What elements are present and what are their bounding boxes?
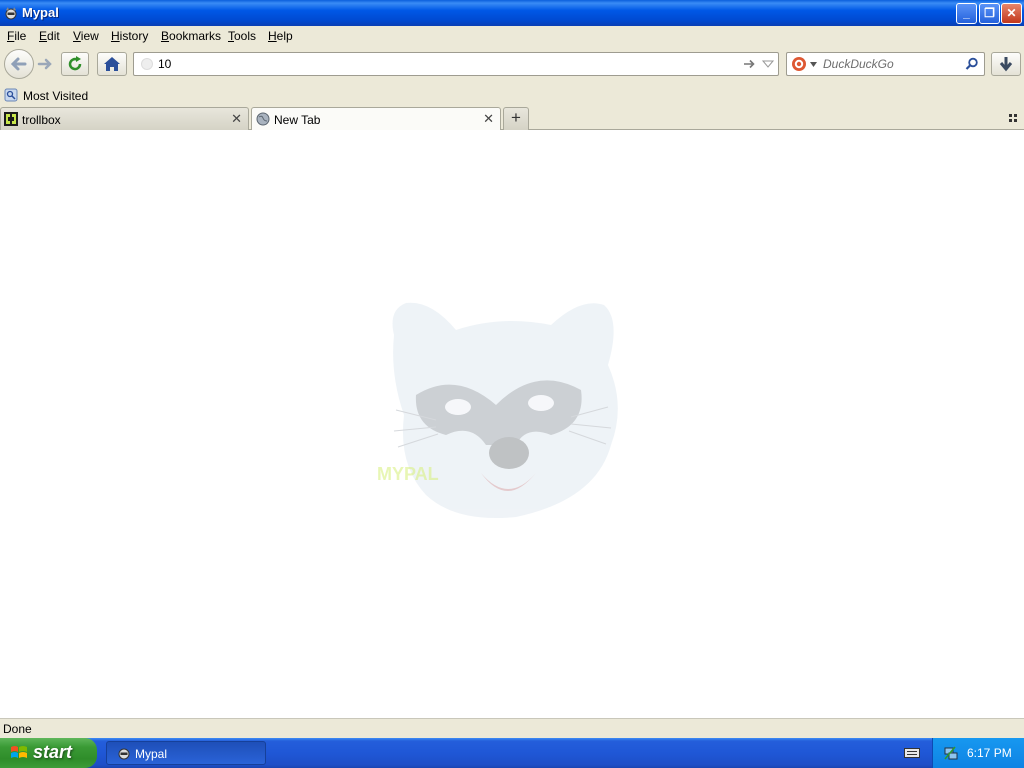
search-input[interactable] <box>823 56 963 72</box>
tab-label: trollbox <box>22 113 61 127</box>
url-input[interactable] <box>158 56 718 72</box>
restore-button[interactable]: ❐ <box>979 3 1000 24</box>
network-icon[interactable] <box>943 745 959 761</box>
bookmark-most-visited[interactable]: Most Visited <box>3 86 93 104</box>
back-arrow-icon <box>10 57 27 71</box>
close-window-button[interactable]: ✕ <box>1001 3 1022 24</box>
tab-trollbox[interactable]: trollbox ✕ <box>0 107 249 130</box>
menu-view[interactable]: View <box>73 29 99 43</box>
menu-edit[interactable]: Edit <box>39 29 60 43</box>
start-label: start <box>33 742 73 762</box>
url-dropdown-icon[interactable] <box>762 59 774 69</box>
tab-strip: trollbox ✕ New Tab ✕ + <box>0 106 1024 131</box>
duckduckgo-engine-icon[interactable] <box>791 56 807 72</box>
engine-dropdown-icon[interactable] <box>810 62 817 67</box>
window-title: Mypal <box>22 5 59 20</box>
page-content: MYPAL <box>0 130 1024 718</box>
menu-tools[interactable]: Tools <box>228 29 256 43</box>
status-text: Done <box>3 722 32 736</box>
downloads-button[interactable] <box>991 52 1021 76</box>
windows-logo-icon <box>11 746 27 758</box>
home-icon <box>104 57 120 71</box>
menu-bookmarks[interactable]: Bookmarks <box>161 29 221 43</box>
tab-groups-icon[interactable] <box>1008 113 1018 123</box>
start-button[interactable]: start <box>0 738 97 768</box>
status-bar: Done <box>0 718 1024 738</box>
url-bar[interactable] <box>133 52 779 76</box>
window-title-bar[interactable]: Mypal _ ❐ ✕ <box>0 0 1024 26</box>
go-arrow-icon[interactable] <box>742 57 756 71</box>
download-arrow-icon <box>999 57 1013 72</box>
keyboard-icon[interactable] <box>904 747 920 759</box>
search-bar[interactable] <box>786 52 985 76</box>
tab-close-icon[interactable]: ✕ <box>483 111 494 127</box>
site-identity-icon <box>141 58 153 70</box>
svg-text:MYPAL: MYPAL <box>377 464 439 484</box>
raccoon-app-icon <box>118 748 130 760</box>
back-button[interactable] <box>4 49 34 79</box>
taskbar-item-mypal[interactable]: Mypal <box>106 741 266 765</box>
bookmarks-toolbar: Most Visited <box>0 84 1024 106</box>
forward-arrow-icon[interactable] <box>36 55 54 73</box>
search-icon[interactable] <box>965 57 979 71</box>
windows-taskbar: start Mypal 6:17 PM <box>0 738 1024 768</box>
menu-file[interactable]: File <box>7 29 26 43</box>
minimize-button[interactable]: _ <box>956 3 977 24</box>
most-visited-label: Most Visited <box>23 89 89 103</box>
mypal-raccoon-logo: MYPAL <box>377 302 618 519</box>
clock: 6:17 PM <box>967 746 1012 760</box>
raccoon-app-icon <box>5 7 17 20</box>
tab-label: New Tab <box>274 113 321 127</box>
home-button[interactable] <box>97 52 127 76</box>
reload-button[interactable] <box>61 52 89 76</box>
menu-help[interactable]: Help <box>268 29 293 43</box>
trollbox-favicon-icon <box>4 112 18 126</box>
menu-bar: File Edit View History Bookmarks Tools H… <box>0 26 1024 46</box>
menu-history[interactable]: History <box>111 29 148 43</box>
tab-new-tab[interactable]: New Tab ✕ <box>251 107 501 131</box>
tab-close-icon[interactable]: ✕ <box>231 111 242 127</box>
reload-icon <box>68 56 82 71</box>
new-tab-button[interactable]: + <box>503 107 529 130</box>
globe-icon <box>256 112 270 126</box>
system-tray: 6:17 PM <box>932 738 1024 768</box>
taskbar-item-label: Mypal <box>135 747 168 761</box>
navigation-toolbar <box>0 46 1024 84</box>
most-visited-folder-icon <box>4 88 18 102</box>
